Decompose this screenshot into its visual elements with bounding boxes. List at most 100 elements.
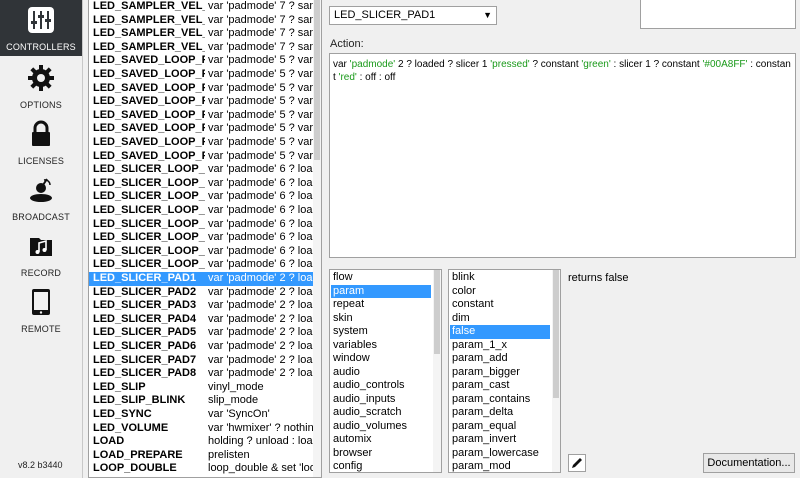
function-item[interactable]: constant [450,298,550,312]
verb-row[interactable]: LED_SYNC var 'SyncOn' [89,408,315,422]
function-item[interactable]: param_mod [450,460,550,472]
verb-row[interactable]: LED_SLICER_PAD4 var 'padmode' 2 ? loaded [89,313,315,327]
category-scroll-thumb[interactable] [434,270,440,354]
sliders-icon [28,7,54,33]
action-string-token: 'green' [581,59,611,70]
verb-name: LED_SLICER_LOOP_PAD [93,217,205,230]
category-item[interactable]: flow [331,271,431,285]
verb-name: LED_SLICER_PAD3 [93,299,197,312]
category-item[interactable]: audio_inputs [331,393,431,407]
verb-row[interactable]: LOAD_PREPARE prelisten [89,449,315,463]
verb-name: LED_SAVED_LOOP_PAD [93,149,205,162]
verb-row[interactable]: LED_SLICER_LOOP_PADvar 'padmode' 6 ? loa… [89,258,315,272]
function-scroll-thumb[interactable] [553,270,559,398]
verb-row[interactable]: LED_SLICER_LOOP_PADvar 'padmode' 6 ? loa… [89,245,315,259]
verb-row[interactable]: LED_SLICER_LOOP_PADvar 'padmode' 6 ? loa… [89,190,315,204]
verb-row[interactable]: LED_SLICER_LOOP_PADvar 'padmode' 6 ? loa… [89,163,315,177]
category-item[interactable]: audio_scratch [331,406,431,420]
verb-row[interactable]: LED_SAVED_LOOP_PADvar 'padmode' 5 ? var … [89,82,315,96]
category-item[interactable]: skin [331,312,431,326]
function-item[interactable]: false [450,325,550,339]
function-item[interactable]: param_equal [450,420,550,434]
verb-row[interactable]: LED_SAVED_LOOP_PADvar 'padmode' 5 ? var … [89,136,315,150]
verb-row[interactable]: LED_SAMPLER_VEL_PADvar 'padmode' 7 ? sam… [89,41,315,55]
verb-row[interactable]: LED_SLICER_PAD7 var 'padmode' 2 ? loaded [89,354,315,368]
verb-list[interactable]: LOOP_DOUBLE loop_double & set 'loop LOAD_P… [88,0,322,478]
category-item[interactable]: window [331,352,431,366]
verb-action: var 'padmode' 6 ? loaded [208,176,314,189]
category-item[interactable]: variables [331,339,431,353]
sidebar-item-controllers[interactable]: CONTROLLERS [0,0,82,56]
verb-row[interactable]: LOOP_DOUBLE loop_double & set 'loop [89,462,315,476]
documentation-button[interactable]: Documentation... [703,453,795,473]
verb-name: LOAD_PREPARE [93,448,183,461]
verb-row[interactable]: LED_VOLUME var 'hwmixer' ? nothing [89,422,315,436]
function-item[interactable]: param_invert [450,433,550,447]
verb-action: var 'SyncOn' [208,408,270,420]
category-item[interactable]: automix [331,433,431,447]
sidebar-item-licenses[interactable]: LICENSES [0,114,82,170]
sidebar-item-record[interactable]: RECORD [0,226,82,282]
verb-action: var 'padmode' 7 ? sampler [208,40,314,53]
category-list[interactable]: config browser automix audio_volumes audio_s… [329,269,442,473]
sidebar-item-broadcast[interactable]: BROADCAST [0,170,82,226]
verb-row[interactable]: LED_SLICER_LOOP_PADvar 'padmode' 6 ? loa… [89,218,315,232]
help-text: returns false [568,272,629,284]
verb-row[interactable]: LED_SAVED_LOOP_PADvar 'padmode' 5 ? var … [89,68,315,82]
verb-row[interactable]: LED_SLICER_PAD1 var 'padmode' 2 ? loaded [89,272,315,286]
verb-row[interactable]: LED_SLICER_PAD8 var 'padmode' 2 ? loaded [89,367,315,381]
verb-action: var 'padmode' 2 ? loaded [208,340,314,352]
function-item[interactable]: param_contains [450,393,550,407]
sidebar-item-remote[interactable]: REMOTE [0,282,82,338]
action-editor[interactable]: var 'padmode' 2 ? loaded ? slicer 1 'pre… [329,53,796,258]
function-list[interactable]: param_mod param_lowercase param_invert para… [448,269,561,473]
verb-row[interactable]: LED_SLIP vinyl_mode [89,381,315,395]
function-item[interactable]: dim [450,312,550,326]
category-item[interactable]: param [331,284,431,298]
verb-row[interactable]: LED_SLICER_PAD3 var 'padmode' 2 ? loaded [89,299,315,313]
category-item[interactable]: repeat [331,298,431,312]
verb-row[interactable]: LED_SAMPLER_VEL_PADvar 'padmode' 7 ? sam… [89,27,315,41]
verb-list-scrollbar[interactable] [313,0,321,477]
verb-row[interactable]: LED_SLICER_PAD2 var 'padmode' 2 ? loaded [89,286,315,300]
verb-list-scroll-thumb[interactable] [314,0,320,160]
verb-row[interactable]: LOAD holding ? unload : load [89,435,315,449]
function-item[interactable]: param_1_x [450,339,550,353]
verb-dropdown[interactable]: LED_SLICER_PAD1 ▼ [329,6,497,25]
verb-row[interactable]: LED_SAVED_LOOP_PADvar 'padmode' 5 ? var … [89,109,315,123]
sidebar-item-options[interactable]: OPTIONS [0,58,82,114]
lock-icon [32,120,50,146]
function-item[interactable]: color [450,285,550,299]
verb-name: LED_SAMPLER_VEL_PAD [93,40,205,53]
function-item[interactable]: param_add [450,352,550,366]
category-item[interactable]: system [331,325,431,339]
category-item[interactable]: audio [331,366,431,380]
verb-row[interactable]: LED_SAVED_LOOP_PADvar 'padmode' 5 ? var … [89,54,315,68]
function-item[interactable]: blink [450,271,550,285]
function-item[interactable]: param_lowercase [450,447,550,461]
verb-name: LED_SYNC [93,408,152,420]
verb-name: LED_SAVED_LOOP_PAD [93,68,205,80]
edit-button[interactable] [568,454,586,472]
function-item[interactable]: param_bigger [450,366,550,380]
verb-row[interactable]: LED_SLICER_PAD5 var 'padmode' 2 ? loaded [89,326,315,340]
verb-row[interactable]: LED_SAVED_LOOP_PADvar 'padmode' 5 ? var … [89,95,315,109]
verb-row[interactable]: LED_SLICER_PAD6 var 'padmode' 2 ? loaded [89,340,315,354]
verb-row[interactable]: LED_SLICER_LOOP_PADvar 'padmode' 6 ? loa… [89,231,315,245]
verb-row[interactable]: LED_SAVED_LOOP_PADvar 'padmode' 5 ? var … [89,122,315,136]
category-item[interactable]: audio_volumes [331,420,431,434]
verb-row[interactable]: LED_SAMPLER_VEL_PADvar 'padmode' 7 ? sam… [89,0,315,14]
category-item[interactable]: config [331,460,431,472]
category-item[interactable]: browser [331,447,431,461]
verb-row[interactable]: LED_SLICER_LOOP_PADvar 'padmode' 6 ? loa… [89,177,315,191]
function-item[interactable]: param_delta [450,406,550,420]
function-list-scrollbar[interactable] [552,270,560,472]
category-item[interactable]: audio_controls [331,379,431,393]
sidebar-item-label: RECORD [20,268,62,278]
verb-row[interactable]: LED_SAVED_LOOP_PADvar 'padmode' 5 ? var … [89,150,315,164]
verb-row[interactable]: LED_SLIP_BLINK slip_mode [89,394,315,408]
verb-row[interactable]: LED_SAMPLER_VEL_PADvar 'padmode' 7 ? sam… [89,14,315,28]
verb-row[interactable]: LED_SLICER_LOOP_PADvar 'padmode' 6 ? loa… [89,204,315,218]
category-list-scrollbar[interactable] [433,270,441,472]
function-item[interactable]: param_cast [450,379,550,393]
